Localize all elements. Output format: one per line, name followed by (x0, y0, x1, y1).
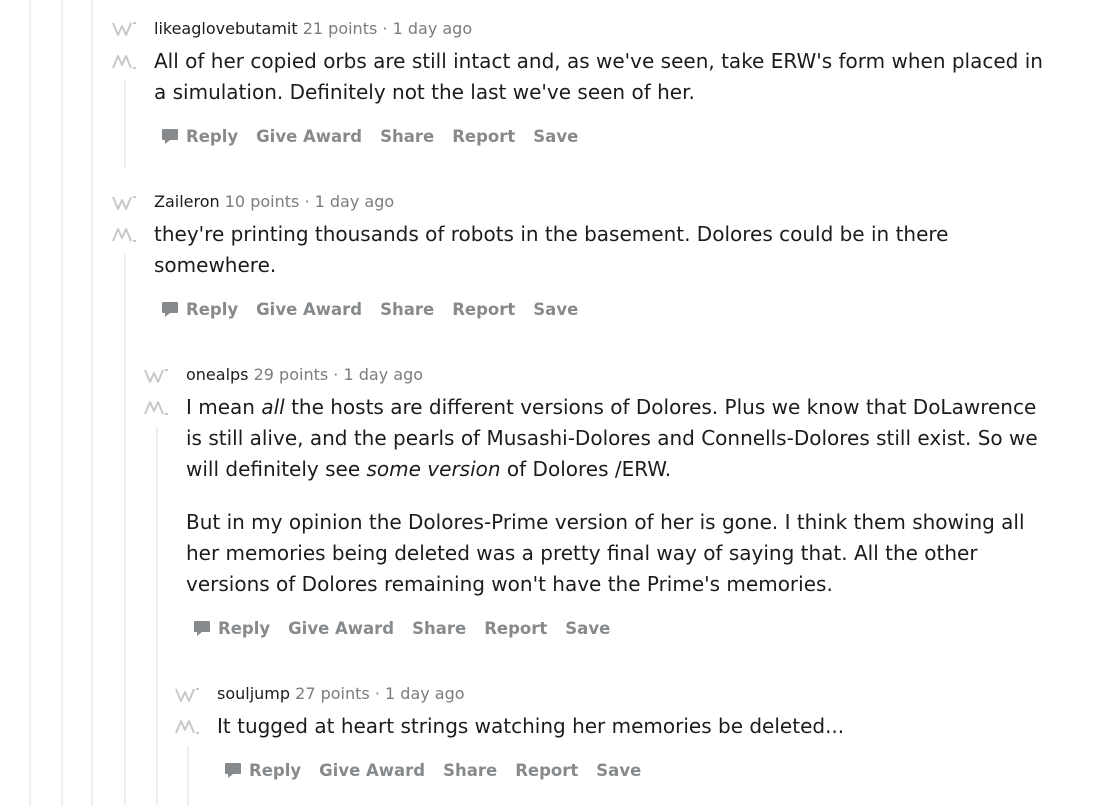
reply-label: Reply (186, 126, 239, 146)
give-award-button[interactable]: Give Award (288, 619, 394, 638)
speech-bubble-icon (223, 760, 243, 780)
meta-separator: · (374, 684, 380, 703)
thread-line-level-2[interactable] (61, 0, 63, 806)
comment-text: they're printing thousands of robots in … (154, 222, 949, 277)
reply-button[interactable]: Reply (160, 299, 238, 319)
speech-bubble-icon (192, 618, 212, 638)
comment-actions: Reply Give Award Share Report Save (192, 614, 628, 642)
upvote-icon[interactable] (112, 194, 138, 212)
give-award-button[interactable]: Give Award (256, 300, 362, 319)
comment-paragraph: I mean all the hosts are different versi… (186, 392, 1056, 485)
collapse-thread-line[interactable] (187, 746, 189, 806)
comment-actions: Reply Give Award Share Report Save (223, 756, 659, 784)
save-button[interactable]: Save (565, 619, 610, 638)
comment-body: It tugged at heart strings watching her … (217, 711, 1057, 742)
give-award-button[interactable]: Give Award (319, 761, 425, 780)
save-button[interactable]: Save (533, 300, 578, 319)
reply-button[interactable]: Reply (192, 618, 270, 638)
comment-text: of Dolores /ERW. (500, 457, 672, 481)
comment-author[interactable]: onealps (186, 365, 249, 384)
comment-points: 21 points (302, 19, 378, 38)
comment-actions: Reply Give Award Share Report Save (160, 295, 596, 323)
comment-timestamp[interactable]: 1 day ago (343, 365, 423, 384)
speech-bubble-icon (160, 299, 180, 319)
meta-separator: · (304, 192, 310, 211)
reply-label: Reply (218, 618, 271, 638)
share-button[interactable]: Share (412, 619, 466, 638)
thread-line-level-3[interactable] (91, 0, 93, 806)
reply-button[interactable]: Reply (160, 126, 238, 146)
comment-points: 29 points (253, 365, 329, 384)
comment-paragraph: But in my opinion the Dolores-Prime vers… (186, 507, 1056, 600)
comment-text: It tugged at heart strings watching her … (217, 714, 845, 738)
emphasized-text: some version (366, 457, 501, 481)
comment-points: 10 points (224, 192, 300, 211)
comment-text: But in my opinion the Dolores-Prime vers… (186, 510, 1025, 596)
comment-timestamp[interactable]: 1 day ago (393, 19, 473, 38)
report-button[interactable]: Report (515, 761, 578, 780)
comment-meta: Zaileron 10 points · 1 day ago (154, 191, 394, 213)
save-button[interactable]: Save (533, 127, 578, 146)
comment-timestamp[interactable]: 1 day ago (385, 684, 465, 703)
comment-text: All of her copied orbs are still intact … (154, 49, 1043, 104)
comment-paragraph: It tugged at heart strings watching her … (217, 711, 1057, 742)
comment-meta: likeaglovebutamit 21 points · 1 day ago (154, 18, 472, 40)
emphasized-text: all (261, 395, 285, 419)
meta-separator: · (333, 365, 339, 384)
comment-body: I mean all the hosts are different versi… (186, 392, 1056, 600)
report-button[interactable]: Report (452, 127, 515, 146)
share-button[interactable]: Share (443, 761, 497, 780)
speech-bubble-icon (160, 126, 180, 146)
give-award-button[interactable]: Give Award (256, 127, 362, 146)
comment-text: I mean (186, 395, 262, 419)
comment-paragraph: they're printing thousands of robots in … (154, 219, 1054, 281)
share-button[interactable]: Share (380, 127, 434, 146)
upvote-icon[interactable] (144, 367, 170, 385)
comment-author[interactable]: likeaglovebutamit (154, 19, 298, 38)
upvote-icon[interactable] (175, 686, 201, 704)
comment-paragraph: All of her copied orbs are still intact … (154, 46, 1054, 108)
downvote-icon[interactable] (112, 226, 138, 244)
comment-meta: souljump 27 points · 1 day ago (217, 683, 465, 705)
collapse-thread-line[interactable] (124, 80, 126, 168)
thread-line-level-1[interactable] (29, 0, 31, 806)
comment-actions: Reply Give Award Share Report Save (160, 122, 596, 150)
comment-timestamp[interactable]: 1 day ago (315, 192, 395, 211)
comment-meta: onealps 29 points · 1 day ago (186, 364, 423, 386)
share-button[interactable]: Share (380, 300, 434, 319)
save-button[interactable]: Save (596, 761, 641, 780)
downvote-icon[interactable] (144, 399, 170, 417)
report-button[interactable]: Report (452, 300, 515, 319)
meta-separator: · (382, 19, 388, 38)
upvote-icon[interactable] (112, 20, 138, 38)
comment-body: All of her copied orbs are still intact … (154, 46, 1054, 108)
reply-label: Reply (249, 760, 302, 780)
collapse-thread-line[interactable] (156, 427, 158, 806)
downvote-icon[interactable] (112, 53, 138, 71)
report-button[interactable]: Report (484, 619, 547, 638)
reply-label: Reply (186, 299, 239, 319)
comment-body: they're printing thousands of robots in … (154, 219, 1054, 281)
downvote-icon[interactable] (175, 718, 201, 736)
collapse-thread-line[interactable] (124, 254, 126, 806)
comment-author[interactable]: souljump (217, 684, 290, 703)
reply-button[interactable]: Reply (223, 760, 301, 780)
comment-points: 27 points (295, 684, 370, 703)
comment-author[interactable]: Zaileron (154, 192, 220, 211)
